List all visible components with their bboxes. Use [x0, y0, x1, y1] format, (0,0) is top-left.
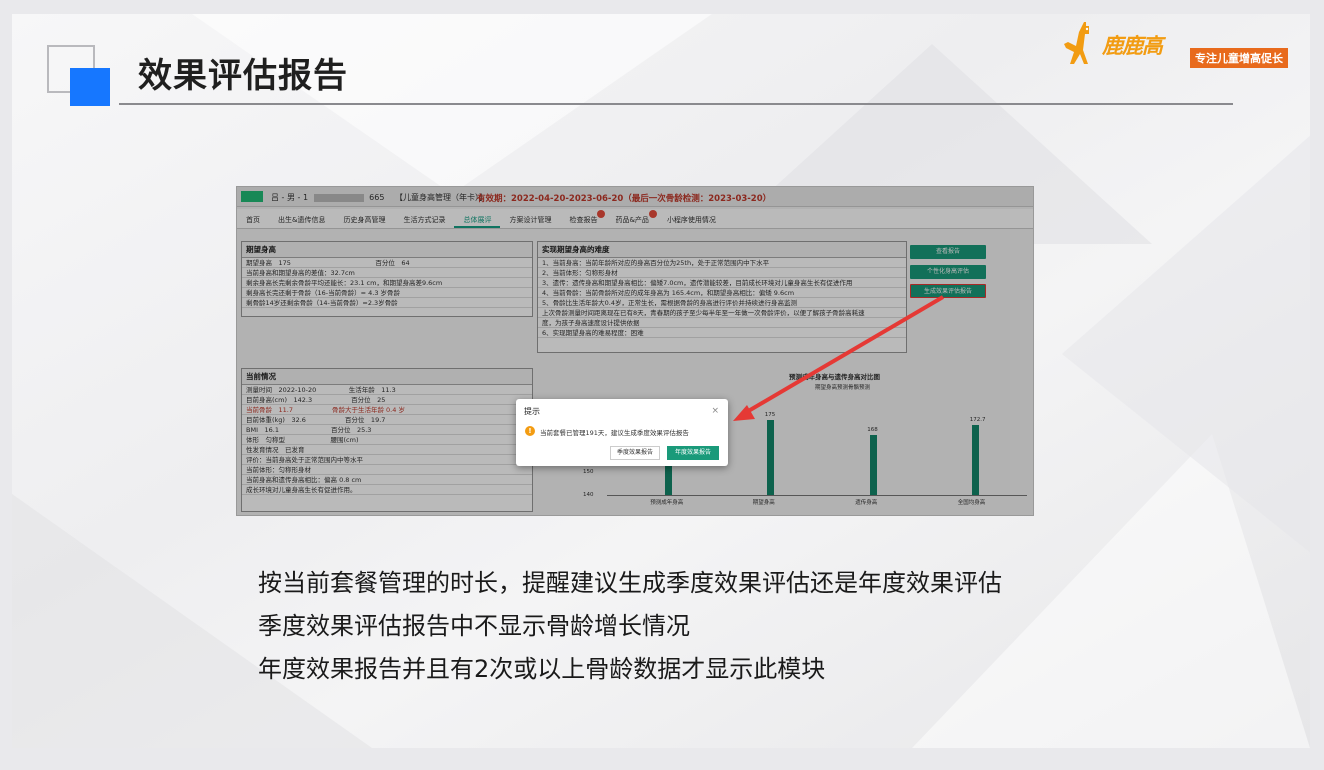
background-facet	[1062, 134, 1310, 554]
note-line: 按当前套餐管理的时长，提醒建议生成季度效果评估还是年度效果评估	[258, 569, 1002, 597]
quarterly-report-button[interactable]: 季度效果报告	[610, 446, 660, 460]
brand-logo: 鹿鹿高 专注儿童增高促长	[1062, 18, 1310, 68]
warning-icon: !	[525, 426, 535, 436]
dialog-title: 提示	[524, 407, 540, 416]
logo-wordmark: 鹿鹿高	[1102, 34, 1163, 58]
embedded-screenshot: 吕 - 男 - 1 665 【儿童身高管理（年卡）】 有效期：2022-04-2…	[236, 186, 1034, 516]
explanation-notes: 按当前套餐管理的时长，提醒建议生成季度效果评估还是年度效果评估 季度效果评估报告…	[258, 562, 1002, 691]
title-divider	[119, 103, 1233, 105]
close-icon[interactable]: ×	[711, 406, 719, 416]
title-mark-square	[70, 68, 110, 106]
annotation-arrow	[733, 295, 945, 421]
slide: 效果评估报告 鹿鹿高 专注儿童增高促长 吕 - 男 - 1 665 【儿童身高管…	[12, 14, 1310, 748]
note-line: 年度效果报告并且有2次或以上骨龄数据才显示此模块	[258, 655, 826, 683]
dialog-message: 当前套餐已管理191天，建议生成季度效果评估报告	[540, 429, 689, 437]
slide-title: 效果评估报告	[138, 56, 348, 96]
logo-tagline: 专注儿童增高促长	[1190, 48, 1288, 68]
suggestion-dialog: 提示 × ! 当前套餐已管理191天，建议生成季度效果评估报告 季度效果报告 年…	[516, 399, 728, 466]
note-line: 季度效果评估报告中不显示骨龄增长情况	[258, 612, 690, 640]
giraffe-icon	[1064, 22, 1089, 64]
annual-report-button[interactable]: 年度效果报告	[667, 446, 719, 460]
